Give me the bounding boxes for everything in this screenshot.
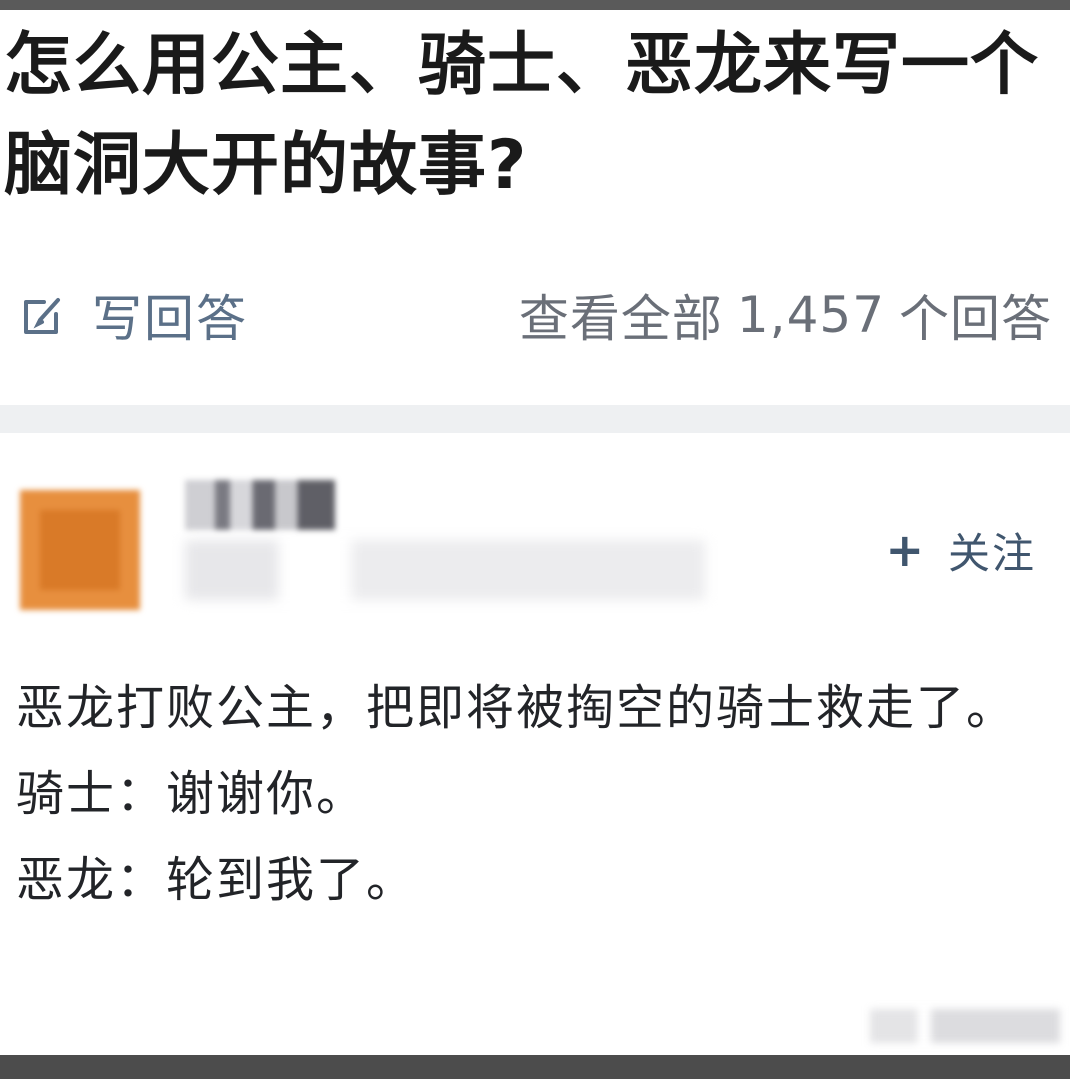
question-title: 怎么用公主、骑士、恶龙来写一个脑洞大开的故事?: [4, 26, 1040, 205]
answer-paragraph: 骑士：谢谢你。: [16, 766, 367, 822]
write-answer-label: 写回答: [92, 290, 248, 348]
view-all-prefix: 查看全部: [518, 290, 723, 348]
view-all-answers-link[interactable]: 查看全部 1,457 个回答: [519, 280, 1052, 350]
screenshot-frame: 怎么用公主、骑士、恶龙来写一个脑洞大开的故事? 写回答 查看全部 1,457 个…: [0, 0, 1070, 1079]
answer-content: 恶龙打败公主，把即将被掏空的骑士救走了。 骑士：谢谢你。 恶龙：轮到我了。: [16, 665, 1036, 923]
plus-icon: +: [885, 523, 926, 577]
follow-button[interactable]: + 关注: [885, 520, 1036, 580]
pencil-square-icon: [24, 298, 60, 334]
bottom-border: [0, 1055, 1070, 1079]
answer-author: + 关注: [0, 460, 1070, 640]
answer-count: 1,457: [736, 286, 885, 344]
follow-label: 关注: [947, 528, 1036, 578]
write-answer-button[interactable]: 写回答: [22, 280, 248, 350]
avatar[interactable]: [20, 490, 140, 610]
answer-paragraph: 恶龙打败公主，把即将被掏空的骑士救走了。: [16, 680, 1017, 736]
top-border: [0, 0, 1070, 10]
author-name-redacted[interactable]: [185, 480, 335, 530]
watermark-redacted: [870, 1009, 1060, 1043]
view-all-suffix: 个回答: [899, 290, 1052, 348]
author-bio-redacted: [185, 540, 705, 600]
answer-paragraph: 恶龙：轮到我了。: [16, 852, 417, 908]
question-actions: 写回答 查看全部 1,457 个回答: [0, 270, 1070, 360]
section-divider: [0, 405, 1070, 433]
